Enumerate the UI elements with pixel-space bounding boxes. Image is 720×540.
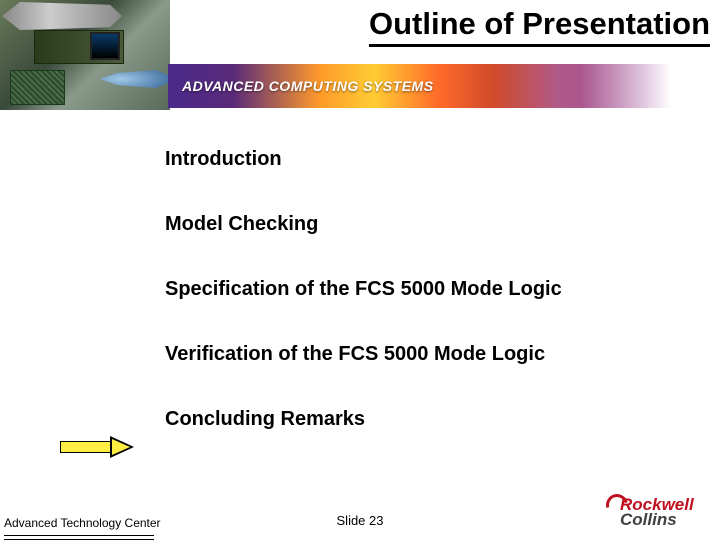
slide-title: Outline of Presentation bbox=[369, 6, 710, 47]
circuit-board-icon bbox=[10, 70, 65, 105]
missile-icon bbox=[2, 2, 122, 30]
display-screen-icon bbox=[90, 32, 120, 60]
slide-number: Slide 23 bbox=[337, 513, 384, 528]
outline-item: Introduction bbox=[165, 148, 700, 171]
company-logo: Rockwell Collins bbox=[620, 496, 710, 536]
banner-text: ADVANCED COMPUTING SYSTEMS bbox=[182, 78, 434, 94]
banner: ADVANCED COMPUTING SYSTEMS bbox=[168, 64, 710, 108]
header-collage-image bbox=[0, 0, 170, 110]
footer: Advanced Technology Center Slide 23 Rock… bbox=[0, 500, 720, 540]
header-area: Outline of Presentation ADVANCED COMPUTI… bbox=[0, 0, 720, 110]
outline-list: Introduction Model Checking Specificatio… bbox=[165, 148, 700, 473]
outline-item: Verification of the FCS 5000 Mode Logic bbox=[165, 343, 700, 366]
outline-item: Concluding Remarks bbox=[165, 408, 700, 431]
airplane-icon bbox=[100, 64, 170, 94]
outline-item: Model Checking bbox=[165, 213, 700, 236]
outline-item: Specification of the FCS 5000 Mode Logic bbox=[165, 278, 700, 301]
logo-text-bottom: Collins bbox=[620, 511, 710, 528]
pointer-arrow-icon bbox=[60, 437, 138, 457]
footer-left-text: Advanced Technology Center bbox=[4, 516, 161, 530]
